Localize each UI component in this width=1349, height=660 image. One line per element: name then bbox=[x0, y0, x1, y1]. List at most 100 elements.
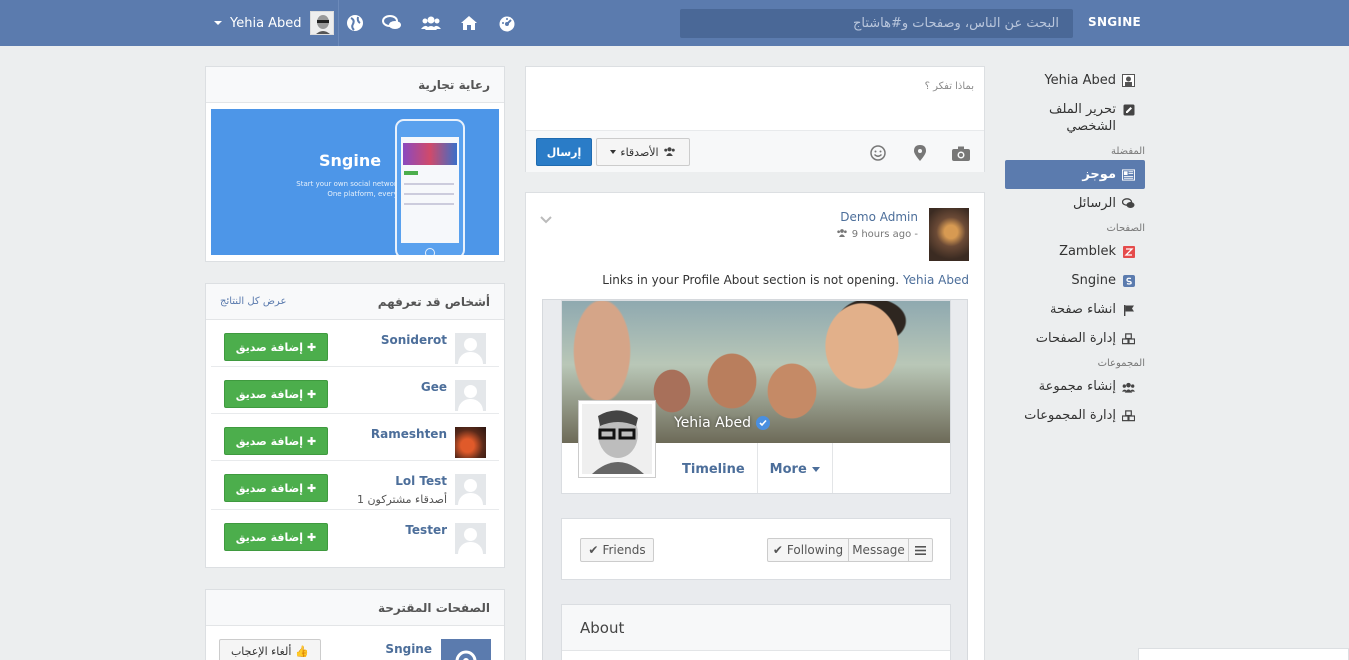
sidebar-item-create-page[interactable]: انشاء صفحة bbox=[1005, 295, 1145, 324]
phone-screen bbox=[401, 137, 459, 243]
profile-name: Yehia Abed bbox=[674, 415, 771, 431]
phone-home-button bbox=[425, 248, 435, 255]
post-composer: بماذا تفكر ؟ إرسال الأصدقاء bbox=[525, 66, 985, 172]
top-navbar: SNGINE البحث عن الناس، وصفحات و#هاشتاج Y… bbox=[0, 0, 1349, 46]
nav-divider bbox=[338, 0, 339, 46]
friends-icon[interactable] bbox=[421, 13, 441, 33]
caret-down-icon bbox=[811, 466, 820, 472]
user-plus-icon: ✚ bbox=[307, 434, 317, 448]
sidebar-item-manage-pages[interactable]: إدارة الصفحات bbox=[1005, 324, 1145, 353]
messages-icon[interactable] bbox=[382, 13, 402, 33]
avatar[interactable] bbox=[455, 380, 486, 411]
people-list: Soniderot ✚ إضافة صديق Gee ✚ إضافة صديق Ra… bbox=[206, 320, 504, 557]
check-icon: ✔ bbox=[772, 543, 783, 557]
sidebar-item-create-group[interactable]: إنشاء مجموعة bbox=[1005, 372, 1145, 401]
button-label: إضافة صديق bbox=[235, 387, 304, 401]
ad-banner[interactable]: Sngine Start your own social network tod… bbox=[211, 109, 499, 255]
location-icon[interactable] bbox=[911, 144, 929, 162]
mention-link[interactable]: Yehia Abed bbox=[903, 273, 969, 287]
phone-ui-element bbox=[404, 193, 454, 195]
add-friend-button[interactable]: ✚ إضافة صديق bbox=[224, 523, 328, 551]
phone-hero-image bbox=[403, 143, 457, 165]
phone-ui-element bbox=[404, 183, 454, 185]
emoji-icon[interactable] bbox=[869, 144, 887, 162]
list-item: Lol Test 1 أصدقاء مشتركون ✚ إضافة صديق bbox=[211, 461, 499, 510]
add-friend-button[interactable]: ✚ إضافة صديق bbox=[224, 380, 328, 408]
send-button[interactable]: إرسال bbox=[536, 138, 592, 166]
sponsored-card: رعاية تجارية Sngine Start your own socia… bbox=[205, 66, 505, 262]
sidebar-item-manage-groups[interactable]: إدارة المجموعات bbox=[1005, 401, 1145, 430]
page-avatar[interactable] bbox=[441, 639, 491, 660]
menu-icon bbox=[908, 538, 933, 562]
privacy-label: الأصدقاء bbox=[620, 145, 659, 159]
add-friend-button[interactable]: ✚ إضافة صديق bbox=[224, 427, 328, 455]
tab-more: More bbox=[758, 443, 833, 493]
composer-input[interactable]: بماذا تفكر ؟ bbox=[925, 81, 974, 92]
sidebar-item-profile[interactable]: Yehia Abed bbox=[1005, 66, 1145, 95]
home-icon[interactable] bbox=[459, 13, 479, 33]
globe-icon[interactable] bbox=[345, 13, 365, 33]
profile-cover: Yehia Abed Timeline More bbox=[561, 300, 951, 494]
caret-down-icon bbox=[214, 21, 222, 25]
add-friend-button[interactable]: ✚ إضافة صديق bbox=[224, 474, 328, 502]
card-header: أشخاص قد تعرفهم عرض كل النتائج bbox=[206, 284, 504, 320]
person-name[interactable]: Rameshten bbox=[371, 427, 447, 441]
avatar[interactable] bbox=[455, 474, 486, 505]
friends-button: ✔ Friends bbox=[580, 538, 654, 562]
flag-icon bbox=[1122, 303, 1135, 316]
sidebar-item-label: الرسائل bbox=[1072, 196, 1116, 211]
chevron-down-icon[interactable] bbox=[540, 213, 552, 225]
avatar bbox=[309, 11, 334, 35]
dashboard-icon[interactable] bbox=[497, 13, 517, 33]
person-name[interactable]: Tester bbox=[405, 523, 447, 537]
avatar[interactable] bbox=[455, 523, 486, 554]
search-input[interactable]: البحث عن الناس، وصفحات و#هاشتاج bbox=[680, 9, 1073, 38]
profile-name-text: Yehia Abed bbox=[674, 415, 752, 431]
section-heading-favorites: المفضلة bbox=[1110, 146, 1145, 157]
sidebar-item-page-zamblek[interactable]: Zamblek bbox=[1005, 237, 1145, 266]
card-title: الصفحات المقترحة bbox=[377, 600, 490, 615]
page-name[interactable]: Sngine bbox=[385, 642, 432, 656]
card-title: رعاية تجارية bbox=[418, 77, 490, 92]
comments-icon bbox=[1122, 197, 1135, 210]
camera-icon[interactable] bbox=[952, 144, 970, 162]
thumbs-up-icon: 👍 bbox=[295, 644, 310, 658]
see-all-link[interactable]: عرض كل النتائج bbox=[220, 296, 286, 307]
button-label: ألغاء الإعجاب bbox=[230, 644, 292, 658]
button-label: Friends bbox=[602, 543, 646, 557]
post-attachment-image[interactable]: Yehia Abed Timeline More ✔ Friends ✔ Fol… bbox=[542, 299, 968, 660]
avatar[interactable] bbox=[455, 333, 486, 364]
person-name[interactable]: Gee bbox=[421, 380, 447, 394]
user-plus-icon: ✚ bbox=[307, 387, 317, 401]
user-menu[interactable]: Yehia Abed bbox=[214, 10, 334, 36]
brand-logo[interactable]: SNGINE bbox=[1088, 15, 1141, 29]
right-sidebar: Yehia Abed تحرير الملف الشخصي المفضلة مو… bbox=[1005, 66, 1145, 430]
user-plus-icon: ✚ bbox=[307, 340, 317, 354]
sidebar-item-label: Zamblek bbox=[1059, 244, 1116, 259]
people-you-may-know-card: أشخاص قد تعرفهم عرض كل النتائج Soniderot… bbox=[205, 283, 505, 568]
button-label: إضافة صديق bbox=[235, 530, 304, 544]
sidebar-item-label: Sngine bbox=[1071, 273, 1116, 288]
mutual-friends: 1 أصدقاء مشتركون bbox=[356, 493, 447, 506]
friends-icon bbox=[663, 146, 676, 159]
person-name[interactable]: Lol Test bbox=[395, 474, 447, 488]
person-name[interactable]: Soniderot bbox=[381, 333, 447, 347]
cubes-icon bbox=[1122, 409, 1135, 422]
tab-label: More bbox=[769, 461, 807, 477]
post-author[interactable]: Demo Admin bbox=[840, 210, 918, 224]
add-friend-button[interactable]: ✚ إضافة صديق bbox=[224, 333, 328, 361]
avatar[interactable] bbox=[455, 427, 486, 458]
card-header: الصفحات المقترحة bbox=[206, 590, 504, 626]
unlike-button[interactable]: 👍 ألغاء الإعجاب bbox=[219, 639, 321, 660]
button-label: إضافة صديق bbox=[235, 340, 304, 354]
list-item: Gee ✚ إضافة صديق bbox=[211, 367, 499, 414]
sidebar-item-label: إدارة الصفحات bbox=[1035, 331, 1116, 346]
sidebar-item-page-sngine[interactable]: Sngine bbox=[1005, 266, 1145, 295]
avatar[interactable] bbox=[929, 208, 969, 261]
privacy-dropdown[interactable]: الأصدقاء bbox=[596, 138, 690, 166]
chat-sidebar-tab[interactable] bbox=[1138, 648, 1349, 660]
sidebar-item-edit-profile[interactable]: تحرير الملف الشخصي bbox=[1005, 95, 1145, 141]
sidebar-item-newsfeed[interactable]: موجز bbox=[1005, 160, 1145, 189]
list-item: Tester ✚ إضافة صديق bbox=[211, 510, 499, 557]
sidebar-item-messages[interactable]: الرسائل bbox=[1005, 189, 1145, 218]
